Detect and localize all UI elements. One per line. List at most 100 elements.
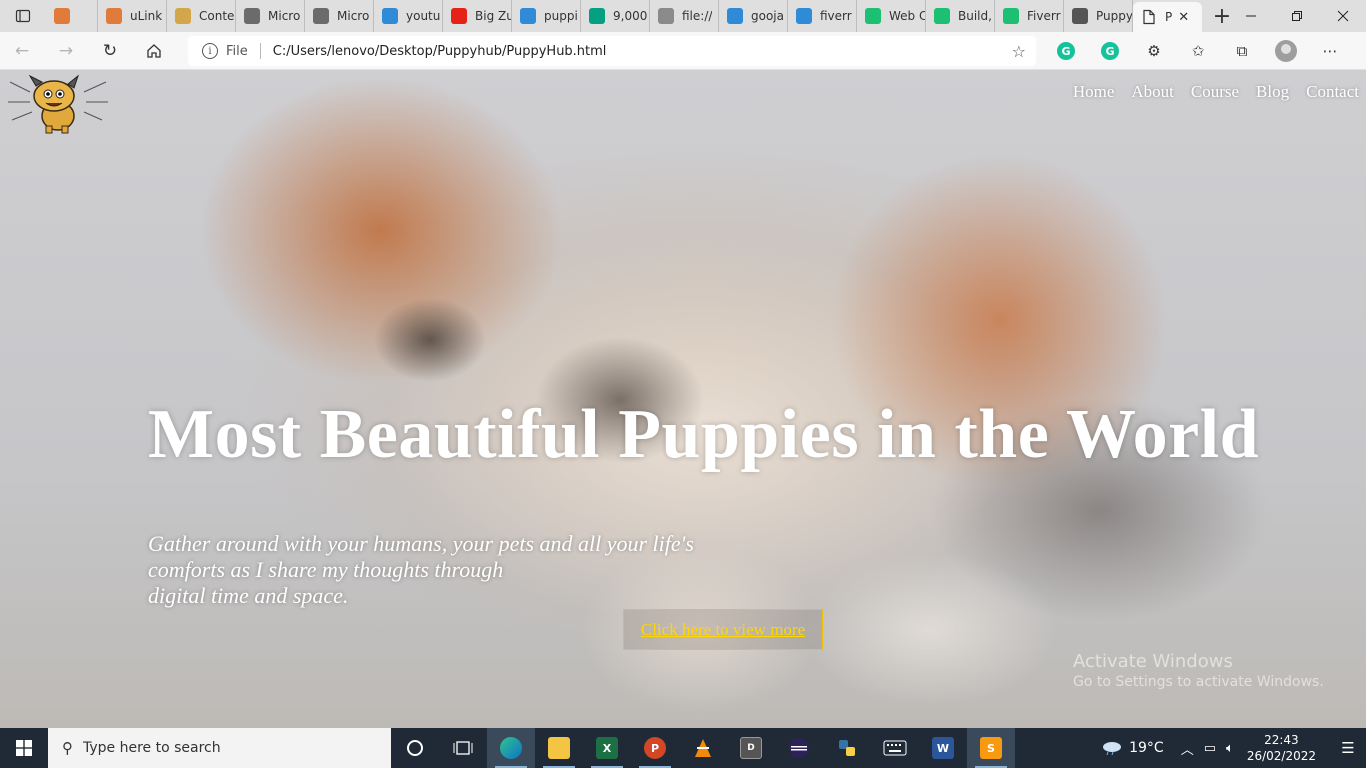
browser-tab[interactable]: Big Zu [443, 0, 512, 32]
collections-icon: ⧉ [1236, 42, 1248, 60]
nav-link-course[interactable]: Course [1191, 82, 1239, 102]
nav-link-contact[interactable]: Contact [1306, 82, 1359, 102]
restore-icon [1292, 11, 1302, 21]
taskbar-python[interactable] [823, 728, 871, 768]
browser-tab[interactable]: Micro [305, 0, 374, 32]
taskbar-excel[interactable]: X [583, 728, 631, 768]
address-bar[interactable]: i File C:/Users/lenovo/Desktop/Puppyhub/… [188, 36, 1036, 66]
action-center-button[interactable]: ☰ [1330, 728, 1366, 768]
collections-button[interactable]: ⧉ [1220, 32, 1264, 70]
browser-tab[interactable]: Build, [926, 0, 995, 32]
forward-button[interactable]: → [44, 32, 88, 70]
info-icon[interactable]: i [202, 43, 218, 59]
browser-tab[interactable]: youtu [374, 0, 443, 32]
browser-tab[interactable]: fiverr [788, 0, 857, 32]
clock-time: 22:43 [1264, 733, 1299, 747]
taskbar-app-d[interactable]: D [727, 728, 775, 768]
tab-title: 9,000 [613, 9, 648, 23]
battery-icon[interactable]: ▭ [1204, 741, 1216, 756]
settings-menu-button[interactable]: ⋯ [1308, 32, 1352, 70]
taskbar-search[interactable]: ⚲ Type here to search [48, 728, 391, 768]
nav-link-about[interactable]: About [1131, 82, 1174, 102]
volume-icon[interactable]: 🔈︎ [1226, 741, 1234, 756]
cortana-button[interactable] [391, 728, 439, 768]
close-tab-icon[interactable]: ✕ [1178, 10, 1189, 25]
chevron-up-icon[interactable]: ︿ [1181, 739, 1194, 758]
windows-logo-icon [16, 740, 32, 756]
favorites-button[interactable]: ✩ [1176, 32, 1220, 70]
tab-title: Conte [199, 9, 235, 23]
address-url[interactable]: C:/Users/lenovo/Desktop/Puppyhub/PuppyHu… [273, 44, 607, 59]
grammarly-extension-button-2[interactable]: G [1088, 32, 1132, 70]
close-icon [1337, 10, 1349, 22]
weather-temperature: 19°C [1129, 740, 1164, 756]
ulink-icon [106, 8, 122, 24]
main-nav: Home About Course Blog Contact [1073, 82, 1359, 102]
nav-link-blog[interactable]: Blog [1256, 82, 1289, 102]
browser-tab[interactable]: Micro [236, 0, 305, 32]
taskbar-powerpoint[interactable]: P [631, 728, 679, 768]
weather-widget[interactable]: 19°C [1101, 740, 1164, 756]
taskbar-sublime[interactable]: S [967, 728, 1015, 768]
tab-title: file:// [682, 9, 713, 23]
minimize-button[interactable] [1228, 0, 1274, 32]
browser-tab[interactable] [46, 0, 98, 32]
task-view-button[interactable] [439, 728, 487, 768]
restore-button[interactable] [1274, 0, 1320, 32]
tab-title: Big Zu [475, 9, 511, 23]
nav-link-home[interactable]: Home [1073, 82, 1115, 102]
refresh-icon: ↻ [102, 40, 118, 61]
browser-tab[interactable]: 9,000 [581, 0, 650, 32]
taskbar-edge[interactable] [487, 728, 535, 768]
tab-title: Fiverr [1027, 9, 1061, 23]
view-more-button[interactable]: Click here to view more [623, 609, 823, 650]
taskbar-file-explorer[interactable] [535, 728, 583, 768]
taskbar-word[interactable]: W [919, 728, 967, 768]
close-window-button[interactable] [1320, 0, 1366, 32]
taskbar-keyboard[interactable] [871, 728, 919, 768]
browser-toolbar: ← → ↻ i File C:/Users/lenovo/Desktop/Pup… [0, 32, 1366, 70]
grammarly-extension-button[interactable]: G [1044, 32, 1088, 70]
search-icon: ⚲ [62, 739, 73, 757]
tab-actions-icon [15, 9, 31, 23]
start-button[interactable] [0, 728, 48, 768]
tab-list: uLink Conte Micro Micro youtu Big Zu puppi 9,00… [46, 0, 1133, 32]
notification-icon: ☰ [1341, 739, 1355, 757]
refresh-button[interactable]: ↻ [88, 32, 132, 70]
taskbar-clock[interactable]: 22:43 26/02/2022 [1247, 732, 1316, 764]
browser-tab[interactable]: Fiverr [995, 0, 1064, 32]
tab-title: youtu [406, 9, 441, 23]
browser-tab[interactable]: uLink [98, 0, 167, 32]
browser-tab[interactable]: Puppy [1064, 0, 1133, 32]
profile-button[interactable] [1264, 32, 1308, 70]
tab-actions-button[interactable] [0, 0, 46, 32]
hero-title: Most Beautiful Puppies in the World [148, 396, 1260, 473]
link-icon [54, 8, 70, 24]
tab-title: Micro [337, 9, 370, 23]
home-button[interactable] [132, 32, 176, 70]
add-favorite-icon[interactable]: ☆ [1012, 42, 1026, 61]
puppy-logo[interactable] [2, 72, 114, 134]
browser-tab[interactable]: gooja [719, 0, 788, 32]
edge-icon [500, 737, 522, 759]
tab-active[interactable]: P ✕ [1133, 2, 1202, 32]
extensions-button[interactable]: ⚙ [1132, 32, 1176, 70]
cloud-rain-icon [1103, 742, 1122, 756]
back-button[interactable]: ← [0, 32, 44, 70]
browser-tab[interactable]: puppi [512, 0, 581, 32]
folder-icon [548, 737, 570, 759]
browser-tab[interactable]: Conte [167, 0, 236, 32]
browser-tab[interactable]: Web C [857, 0, 926, 32]
tab-title: uLink [130, 9, 163, 23]
browser-tab[interactable]: file:// [650, 0, 719, 32]
home-icon [147, 43, 161, 58]
word-icon: W [932, 737, 954, 759]
watermark-subtitle: Go to Settings to activate Windows. [1073, 674, 1324, 690]
excel-icon: X [596, 737, 618, 759]
taskbar-eclipse[interactable] [775, 728, 823, 768]
forward-arrow-icon: → [58, 40, 74, 61]
minimize-icon [1246, 15, 1256, 17]
toolbar-right: G G ⚙ ✩ ⧉ ⋯ [1044, 32, 1352, 70]
taskbar-vlc[interactable] [679, 728, 727, 768]
fiverr-icon [865, 8, 881, 24]
